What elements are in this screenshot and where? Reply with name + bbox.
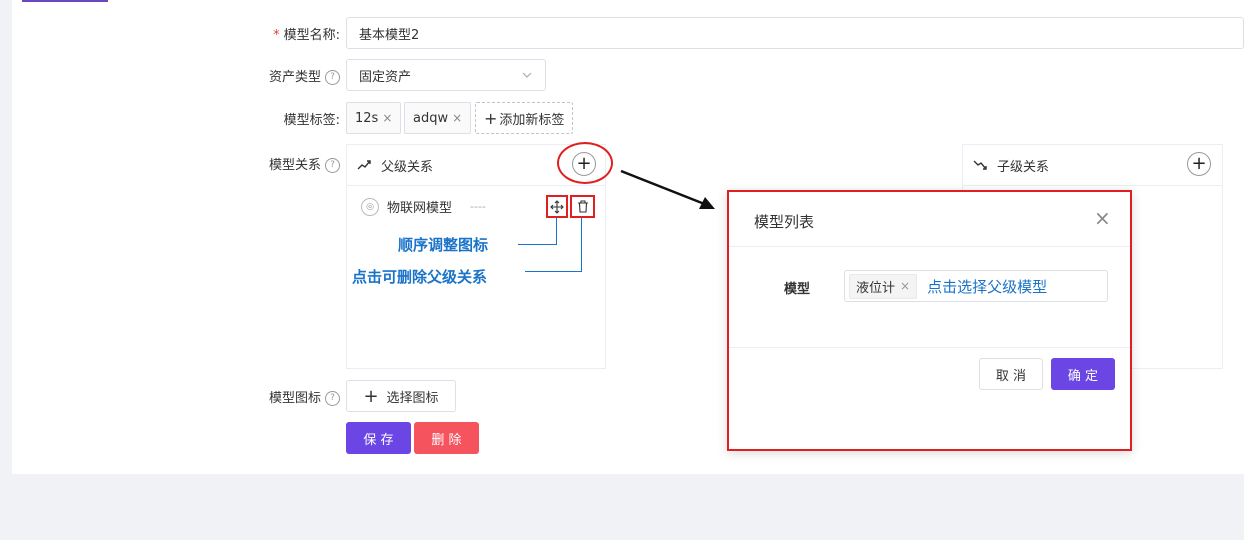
annotation-line xyxy=(581,218,582,271)
trend-up-icon xyxy=(357,160,371,170)
close-icon[interactable]: × xyxy=(900,279,910,293)
modal-header: 模型列表 × xyxy=(729,192,1130,247)
annotation-line xyxy=(556,218,557,245)
add-tag-button[interactable]: + 添加新标签 xyxy=(475,102,574,134)
parent-item-name: 物联网模型 xyxy=(387,201,453,216)
move-icon[interactable] xyxy=(546,195,568,218)
chevron-down-icon xyxy=(522,72,532,78)
close-icon[interactable]: × xyxy=(1094,208,1111,228)
relation-label: 模型关系? xyxy=(230,154,340,173)
annotation-line xyxy=(525,271,582,272)
annotation-line xyxy=(518,244,557,245)
order-icon-annotation: 顺序调整图标 xyxy=(398,236,489,254)
model-icon: ◎ xyxy=(361,197,379,216)
help-icon[interactable]: ? xyxy=(325,70,340,85)
model-name-label: * 模型名称: xyxy=(273,28,340,43)
plus-icon: + xyxy=(363,385,379,407)
highlight-ellipse xyxy=(557,142,613,184)
save-button[interactable]: 保 存 xyxy=(346,422,411,454)
tag-item[interactable]: 12s × xyxy=(346,102,402,134)
asset-type-select[interactable]: 固定资产 xyxy=(346,59,546,91)
model-name-input[interactable]: 基本模型2 xyxy=(346,17,1244,49)
child-card-header: 子级关系 xyxy=(963,145,1222,186)
tag-item[interactable]: adqw × xyxy=(404,102,472,134)
required-mark: * xyxy=(273,28,280,43)
cancel-button[interactable]: 取 消 xyxy=(979,358,1043,390)
select-parent-annotation: 点击选择父级模型 xyxy=(927,277,1048,296)
choose-icon-button[interactable]: + 选择图标 xyxy=(346,380,456,412)
model-name-value: 基本模型2 xyxy=(359,27,420,43)
modal-divider xyxy=(729,347,1130,348)
parent-relation-item: ◎ 物联网模型 ---- xyxy=(361,197,486,216)
parent-item-dash: ---- xyxy=(470,200,486,213)
icon-label: 模型图标? xyxy=(230,387,340,406)
help-icon[interactable]: ? xyxy=(325,158,340,173)
trend-down-icon xyxy=(973,160,987,170)
model-select[interactable]: 液位计 × 点击选择父级模型 xyxy=(844,270,1108,302)
delete-button[interactable]: 删 除 xyxy=(414,422,479,454)
asset-type-value: 固定资产 xyxy=(359,69,412,85)
child-card-title: 子级关系 xyxy=(997,159,1050,175)
asset-type-label: 资产类型? xyxy=(230,66,340,85)
close-icon[interactable]: × xyxy=(382,111,392,125)
arrow-icon xyxy=(620,169,715,209)
confirm-button[interactable]: 确 定 xyxy=(1051,358,1115,390)
help-icon[interactable]: ? xyxy=(325,391,340,406)
selected-model-tag: 液位计 × xyxy=(849,273,918,299)
trash-icon[interactable] xyxy=(570,195,595,218)
modal-title: 模型列表 xyxy=(754,213,815,231)
modal-model-label: 模型 xyxy=(784,282,811,297)
add-child-button[interactable]: + xyxy=(1187,152,1211,176)
active-tab-indicator xyxy=(22,0,108,2)
delete-relation-annotation: 点击可删除父级关系 xyxy=(352,268,488,286)
model-tags-label: 模型标签: xyxy=(283,113,340,128)
plus-icon: + xyxy=(484,108,498,128)
model-list-modal: 模型列表 × 模型 液位计 × 点击选择父级模型 取 消 确 定 xyxy=(727,190,1132,451)
close-icon[interactable]: × xyxy=(452,111,462,125)
parent-card-title: 父级关系 xyxy=(381,159,434,175)
